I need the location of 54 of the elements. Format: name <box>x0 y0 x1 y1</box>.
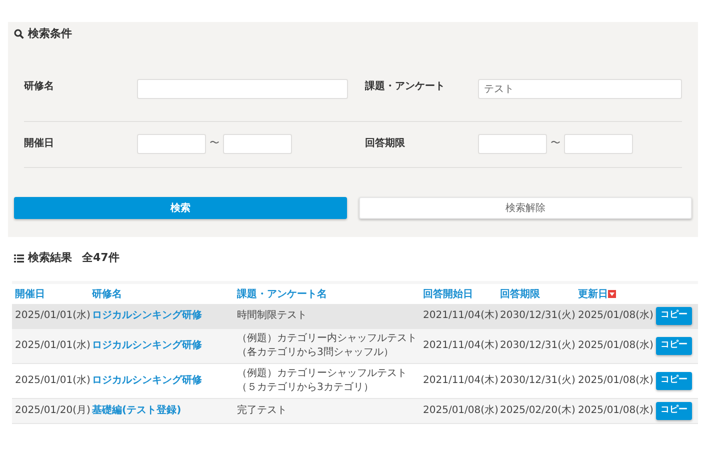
list-icon <box>14 254 24 262</box>
table-cell-text: 2025/01/08(水) <box>578 404 654 418</box>
column-header[interactable]: 課題・アンケート名 <box>237 286 327 302</box>
field-label: 開催日 <box>24 136 55 151</box>
input-field[interactable] <box>137 79 348 99</box>
result-count: 全47件 <box>82 250 120 266</box>
table-cell-text: 2030/12/31(火) <box>500 309 576 323</box>
date-field[interactable] <box>223 134 292 154</box>
table-cell-text: 2025/01/01(水) <box>15 339 92 353</box>
table-cell-text: 2025/01/01(水) <box>15 309 92 323</box>
training-link[interactable]: 基礎編(テスト登録) <box>92 404 237 418</box>
table-cell-text: 2025/01/08(水) <box>578 339 654 353</box>
field-label: 研修名 <box>24 80 55 94</box>
section-title: 検索条件 <box>28 26 72 42</box>
training-link[interactable]: ロジカルシンキング研修 <box>92 309 237 323</box>
copy-button[interactable]: コピー <box>656 372 692 390</box>
table-cell-text: 2025/01/08(水) <box>578 374 654 388</box>
column-header[interactable]: 開催日 <box>15 286 45 302</box>
column-header[interactable]: 回答開始日 <box>423 286 473 302</box>
copy-button[interactable]: コピー <box>656 307 692 325</box>
training-link[interactable]: ロジカルシンキング研修 <box>92 374 237 388</box>
table-cell-text: 2030/12/31(火) <box>500 339 576 353</box>
table-cell-text: （例題）カテゴリー内シャッフルテスト（各カテゴリから3問シャッフル） <box>237 332 418 360</box>
field-label: 回答期限 <box>365 136 406 151</box>
table-cell-text: 2021/11/04(木) <box>423 374 500 388</box>
table-cell-text: 2021/11/04(木) <box>423 339 500 353</box>
column-header[interactable]: 研修名 <box>92 286 122 302</box>
table-cell-text: 完了テスト <box>237 404 288 418</box>
training-link[interactable]: ロジカルシンキング研修 <box>92 339 237 353</box>
sort-icon[interactable] <box>608 290 616 298</box>
range-separator: 〜 <box>550 137 562 151</box>
date-field[interactable] <box>137 134 206 154</box>
table-cell-text: 2025/01/08(水) <box>423 404 500 418</box>
date-field[interactable] <box>564 134 633 154</box>
search-button[interactable]: 検索 <box>14 197 347 219</box>
search-icon <box>14 29 24 39</box>
table-cell-text: 2025/01/01(水) <box>15 374 92 388</box>
table-cell-text: 2025/01/08(水) <box>578 309 654 323</box>
table-cell-text: 2025/02/20(木) <box>500 404 576 418</box>
date-field[interactable] <box>478 134 547 154</box>
copy-button[interactable]: コピー <box>656 337 692 355</box>
section-title: 検索結果 <box>28 250 72 266</box>
table-cell-text: 2025/01/20(月) <box>15 404 92 418</box>
column-header[interactable]: 更新日 <box>578 286 608 302</box>
table-cell-text: 時間制限テスト <box>237 309 308 323</box>
input-field[interactable]: テスト <box>478 79 682 99</box>
column-header[interactable]: 回答期限 <box>500 286 540 302</box>
copy-button[interactable]: コピー <box>656 402 692 420</box>
table-cell-text: 2030/12/31(火) <box>500 374 576 388</box>
field-label: 課題・アンケート <box>365 80 446 94</box>
search-button[interactable]: 検索解除 <box>359 197 692 219</box>
range-separator: 〜 <box>208 137 220 151</box>
table-cell-text: （例題）カテゴリーシャッフルテスト（５カテゴリから3カテゴリ） <box>237 367 408 395</box>
table-cell-text: 2021/11/04(木) <box>423 309 500 323</box>
